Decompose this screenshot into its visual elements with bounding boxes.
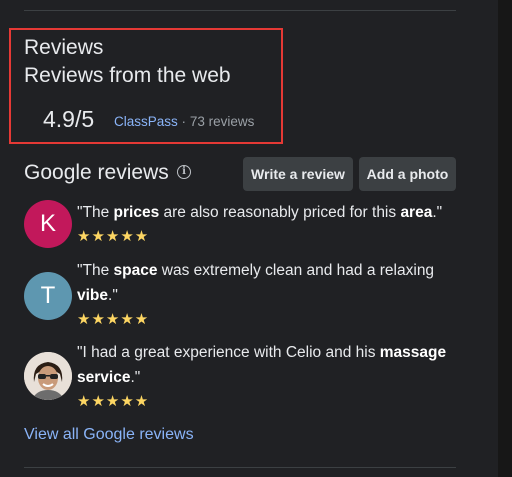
google-reviews-title: Google reviews [24, 161, 169, 184]
review-snippet: "I had a great experience with Celio and… [77, 344, 447, 386]
highlight-term: space [113, 262, 158, 279]
star-rating: ★★★★★ [77, 228, 150, 245]
review-snippet: "The prices are also reasonably priced f… [77, 204, 443, 221]
view-all-reviews-link[interactable]: View all Google reviews [24, 426, 194, 444]
star-rating: ★★★★★ [77, 311, 150, 328]
write-review-button[interactable]: Write a review [243, 157, 353, 191]
highlight-term: area [400, 204, 433, 221]
avatar: K [24, 200, 72, 248]
info-icon[interactable]: i [177, 165, 191, 179]
web-review-source: ClassPass · 73 reviews [114, 114, 254, 129]
web-rating-score: 4.9/5 [43, 106, 95, 132]
classpass-link[interactable]: ClassPass [114, 114, 178, 129]
reviews-from-web-title: Reviews from the web [24, 64, 231, 87]
avatar: T [24, 272, 72, 320]
knowledge-panel: Reviews Reviews from the web 4.9/5 Class… [0, 0, 498, 477]
reviewer-photo-icon [24, 352, 72, 400]
star-rating: ★★★★★ [77, 393, 150, 410]
review-snippet: "The space was extremely clean and had a… [77, 262, 435, 304]
web-review-count: 73 reviews [189, 114, 255, 129]
avatar-photo [24, 352, 72, 400]
highlight-term: vibe [77, 287, 109, 304]
reviews-title: Reviews [24, 36, 104, 59]
top-divider [24, 10, 456, 11]
separator-dot: · [181, 114, 187, 129]
highlight-term: prices [113, 204, 160, 221]
scrollbar[interactable] [498, 0, 512, 477]
bottom-divider [24, 467, 456, 468]
add-photo-button[interactable]: Add a photo [359, 157, 456, 191]
